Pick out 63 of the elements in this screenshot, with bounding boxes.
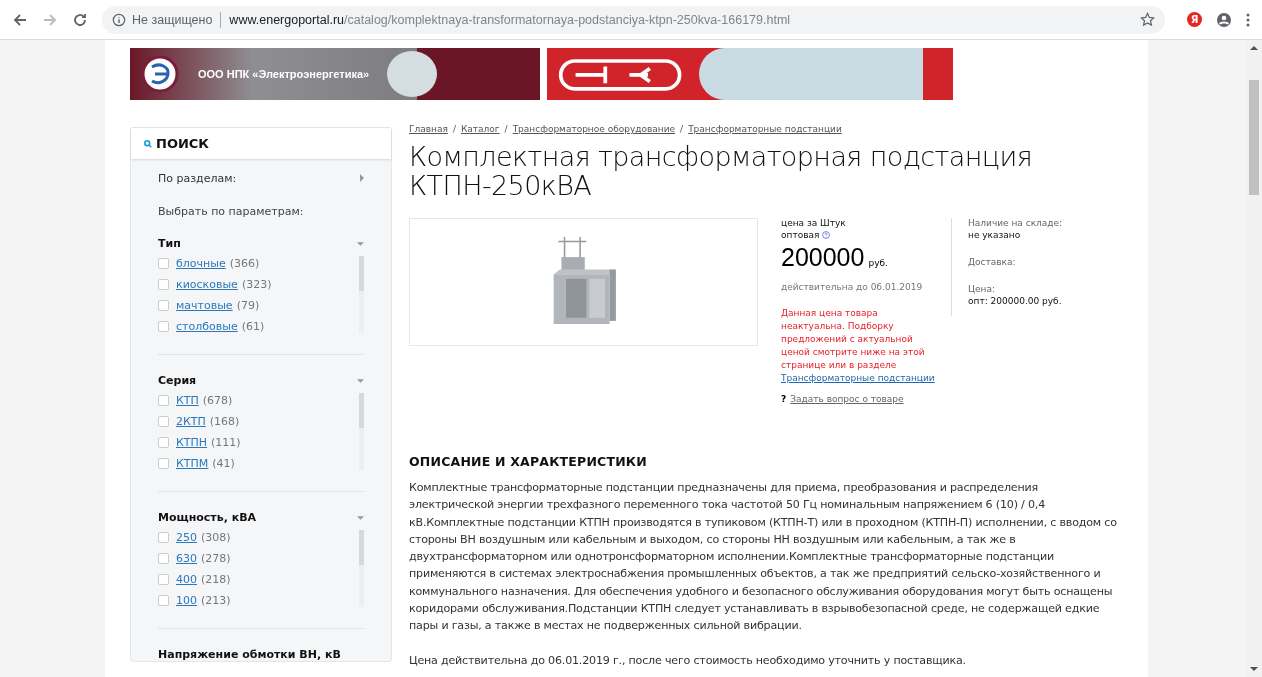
filter-link[interactable]: КТПН xyxy=(176,435,208,449)
sections-label[interactable]: По разделам: xyxy=(158,171,237,185)
breadcrumb-link[interactable]: Главная xyxy=(409,124,448,134)
ask-question-link[interactable]: Задать вопрос о товаре xyxy=(790,394,904,404)
description-text: Комплектные трансформаторные подстанции предназначены для приема, преобразования и распределения электрической энергии трехфазного переменного тока частотой 50 Гц номинальным напряжением 6 (10) / 0,4 кВ.Комплектные подстанции КТПН производятся в тупиковом (КТПН-Т) или в проходном (КТПН-П) исполнении, с вводом со стороны ВН воздушным или кабельным и выходом, со стороны НН воздушным или кабельным, а так же в двухтрансформаторном или однотронсформаторном исполнении.Комплектные трансформаторные подстанции применяются в системах электроснабжения промышленных объектов, а так же предприятий сельско-хозяйственного и коммунального назначения. Для обеспечения удобного и безопасного обслуживания оборудования могут быть оснащены коридорами обслуживания.Подстанции КТПН следует устанавливать в взрывобезопасной среде, не содержащей едкие пары и газы, а также в местах не подверженных сильной вибрации. xyxy=(409,480,1118,635)
filter-count: (218) xyxy=(201,572,231,586)
filter-link[interactable]: 400 xyxy=(176,572,197,586)
breadcrumb-link[interactable]: Каталог xyxy=(460,124,500,134)
info-value: не указано xyxy=(968,230,1022,240)
breadcrumb-link[interactable]: Трансформаторное оборудование xyxy=(512,124,676,134)
filter-link[interactable]: 100 xyxy=(176,593,197,607)
section-heading: ОПИСАНИЕ И ХАРАКТЕРИСТИКИ xyxy=(409,454,648,469)
banner-text: ООО НПК «Электроэнергетика» xyxy=(198,68,370,80)
price-warning: Данная цена товара неактуальна. Подборку предложений с актуальной ценой смотрите ниже на этой странице или в разделе xyxy=(781,307,926,372)
info-label: Наличие на складе: xyxy=(968,218,1064,228)
filter-group-title[interactable]: Тип xyxy=(158,237,181,250)
filter-link[interactable]: блочные xyxy=(176,256,226,270)
url-host: www.energoportal.ru xyxy=(229,12,344,27)
address-bar[interactable]: Не защищено www.energoportal.ru/catalog/komplektnaya-transformatornaya-podstanciya-ktpn-250kva-166179.html xyxy=(102,5,1165,34)
question-mark: ? xyxy=(781,394,787,404)
price-validity: действительна до 06.01.2019 xyxy=(781,282,924,292)
price-unit-label: цена за Штук xyxy=(781,218,847,228)
filter-link[interactable]: киосковые xyxy=(176,277,238,291)
info-value: опт: 200000.00 руб. xyxy=(968,296,1063,306)
params-label: Выбрать по параметрам: xyxy=(158,205,305,218)
filter-group-title[interactable]: Напряжение обмотки ВН, кВ xyxy=(158,648,341,661)
security-status: Не защищено xyxy=(132,12,213,27)
breadcrumb-separator: / xyxy=(680,124,684,134)
panel-title: ПОИСК xyxy=(156,136,209,151)
extension-badge[interactable]: Я xyxy=(1187,12,1202,27)
price-note: Цена действительна до 06.01.2019 г., после чего стоимость необходимо уточнить у поставщика. xyxy=(409,652,967,669)
filter-count: (111) xyxy=(211,435,241,449)
company-banner[interactable]: ООО НПК «Электроэнергетика» xyxy=(130,48,540,100)
info-label: Цена: xyxy=(968,284,996,294)
filter-count: (213) xyxy=(201,593,231,607)
filter-link[interactable]: КТПМ xyxy=(176,456,209,470)
filter-link[interactable]: 250 xyxy=(176,530,197,544)
filter-link[interactable]: мачтовые xyxy=(176,298,233,312)
filter-link[interactable]: 630 xyxy=(176,551,197,565)
breadcrumb-separator: / xyxy=(504,124,508,134)
filter-count: (366) xyxy=(229,256,260,270)
filter-count: (168) xyxy=(209,414,240,428)
page-title: Комплектная трансформаторная подстанция КТПН-250кВА xyxy=(409,142,1034,200)
breadcrumb-link[interactable]: Трансформаторные подстанции xyxy=(688,124,842,134)
filter-count: (323) xyxy=(241,277,272,291)
price-type-label: оптовая xyxy=(781,230,820,240)
price-currency: руб. xyxy=(868,258,888,268)
breadcrumb-separator: / xyxy=(452,124,456,134)
filter-link[interactable]: 2КТП xyxy=(176,414,206,428)
category-link[interactable]: Трансформаторные подстанции xyxy=(781,372,951,385)
filter-link[interactable]: столбовые xyxy=(176,319,238,333)
url-path: /catalog/komplektnaya-transformatornaya-podstanciya-ktpn-250kva-166179.html xyxy=(344,12,791,27)
filter-group-title[interactable]: Мощность, кВА xyxy=(158,511,257,524)
filter-link[interactable]: КТП xyxy=(176,393,199,407)
price-amount: 200000 xyxy=(781,243,865,272)
filter-count: (678) xyxy=(202,393,233,407)
filter-count: (41) xyxy=(212,456,235,470)
filter-count: (61) xyxy=(241,319,265,333)
info-label: Доставка: xyxy=(968,257,1017,267)
filter-count: (308) xyxy=(201,530,231,544)
filter-count: (278) xyxy=(201,551,231,565)
filter-group-title[interactable]: Серия xyxy=(158,374,197,387)
filter-count: (79) xyxy=(236,298,260,312)
